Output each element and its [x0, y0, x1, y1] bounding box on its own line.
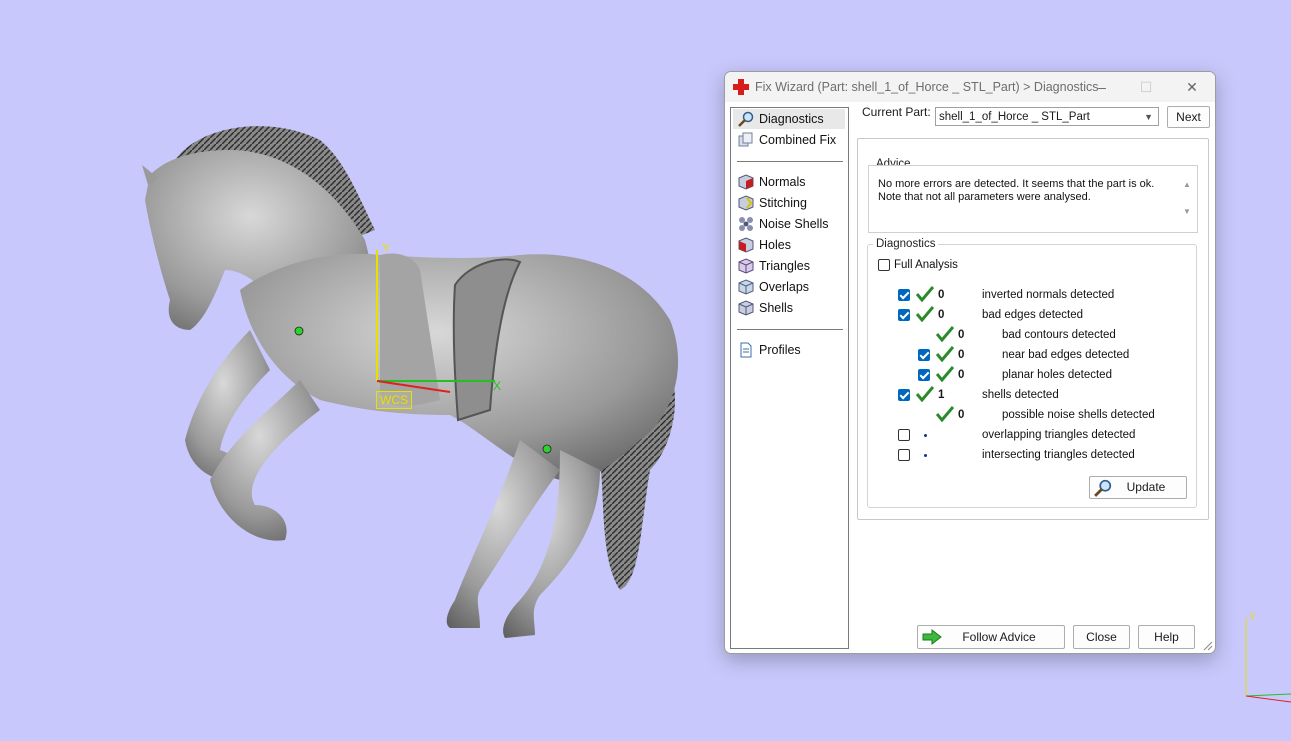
red-cross-icon: [733, 79, 749, 95]
intersecting-triangles-checkbox[interactable]: [898, 449, 910, 461]
bad-edges-label: bad edges detected: [982, 309, 1084, 321]
bad-contours-count: 0: [958, 329, 965, 341]
diagnostics-legend: Diagnostics: [873, 238, 939, 250]
nav-item-noise-shells[interactable]: Noise Shells: [733, 214, 845, 234]
scroll-up-icon[interactable]: ▲: [1180, 180, 1194, 189]
not-analysed-icon: [924, 434, 927, 437]
nav-item-overlaps[interactable]: Overlaps: [733, 277, 845, 297]
combined-fix-icon: [738, 132, 753, 147]
holes-cube-icon: [738, 237, 754, 253]
overlapping-triangles-label: overlapping triangles detected: [982, 429, 1136, 441]
inverted-normals-checkbox[interactable]: [898, 289, 910, 301]
shells-count: 1: [938, 389, 945, 401]
advice-text: No more errors are detected. It seems th…: [878, 178, 1155, 203]
shells-checkbox[interactable]: [898, 389, 910, 401]
bad-edges-checkbox[interactable]: [898, 309, 910, 321]
checkmark-icon: [936, 346, 954, 362]
inverted-normals-count: 0: [938, 289, 945, 301]
full-analysis-label: Full Analysis: [894, 259, 958, 271]
nav-item-diagnostics[interactable]: Diagnostics: [733, 109, 845, 129]
nav-item-shells[interactable]: Shells: [733, 298, 845, 318]
update-button[interactable]: Update: [1089, 476, 1187, 499]
dialog-title: Fix Wizard (Part: shell_1_of_Horce _ STL…: [755, 80, 1099, 94]
bad-edges-count: 0: [938, 309, 945, 321]
magnifier-icon: [738, 111, 754, 127]
overlaps-cube-icon: [738, 279, 754, 295]
nav-separator: [737, 329, 843, 330]
advice-box: No more errors are detected. It seems th…: [868, 165, 1198, 233]
chevron-down-icon: ▼: [1144, 112, 1153, 122]
dialog-titlebar[interactable]: Fix Wizard (Part: shell_1_of_Horce _ STL…: [725, 72, 1215, 102]
current-part-select[interactable]: shell_1_of_Horce _ STL_Part ▼: [935, 107, 1159, 126]
checkmark-icon: [936, 406, 954, 422]
planar-holes-count: 0: [958, 369, 965, 381]
resize-grip-icon[interactable]: [1203, 641, 1213, 651]
follow-advice-button[interactable]: Follow Advice: [917, 625, 1065, 649]
noise-shells-count: 0: [958, 409, 965, 421]
nav-item-combined-fix[interactable]: Combined Fix: [733, 130, 845, 150]
near-bad-edges-count: 0: [958, 349, 965, 361]
current-part-label: Current Part:: [862, 105, 931, 119]
noise-shells-icon: [739, 217, 753, 231]
nav-item-normals[interactable]: Normals: [733, 172, 845, 192]
checkmark-icon: [916, 286, 934, 302]
shells-cube-icon: [738, 300, 754, 316]
fix-wizard-dialog: Fix Wizard (Part: shell_1_of_Horce _ STL…: [724, 71, 1216, 654]
inverted-normals-label: inverted normals detected: [982, 289, 1115, 301]
planar-holes-checkbox[interactable]: [918, 369, 930, 381]
help-button[interactable]: Help: [1138, 625, 1195, 649]
nav-item-triangles[interactable]: Triangles: [733, 256, 845, 276]
scroll-down-icon[interactable]: ▼: [1180, 207, 1194, 216]
current-part-value: shell_1_of_Horce _ STL_Part: [939, 111, 1090, 123]
nav-item-stitching[interactable]: Stitching: [733, 193, 845, 213]
full-analysis-checkbox[interactable]: [878, 259, 890, 271]
not-analysed-icon: [924, 454, 927, 457]
triangles-cube-icon: [738, 258, 754, 274]
nav-separator: [737, 161, 843, 162]
near-bad-edges-checkbox[interactable]: [918, 349, 930, 361]
checkmark-icon: [916, 306, 934, 322]
close-window-button[interactable]: ✕: [1169, 72, 1215, 102]
noise-shells-label: possible noise shells detected: [1002, 409, 1155, 421]
axis-x-label: X: [493, 379, 501, 393]
document-icon: [740, 342, 752, 358]
wcs-label: WCS: [376, 391, 412, 409]
bad-contours-label: bad contours detected: [1002, 329, 1116, 341]
axis-y-label: Y: [382, 241, 390, 255]
close-button[interactable]: Close: [1073, 625, 1130, 649]
magnifier-icon: [1094, 479, 1112, 497]
near-bad-edges-label: near bad edges detected: [1002, 349, 1130, 361]
checkmark-icon: [916, 386, 934, 402]
3d-viewport[interactable]: Y X WCS: [0, 0, 700, 738]
stitching-cube-icon: [738, 195, 754, 211]
maximize-button[interactable]: ☐: [1123, 72, 1169, 102]
checkmark-icon: [936, 326, 954, 342]
normals-cube-icon: [738, 174, 754, 190]
nav-item-holes[interactable]: Holes: [733, 235, 845, 255]
svg-text:Y: Y: [1249, 612, 1256, 623]
planar-holes-label: planar holes detected: [1002, 369, 1112, 381]
horse-model[interactable]: Y X: [0, 0, 700, 738]
corner-axes-triad: Y: [1245, 612, 1291, 703]
nav-item-profiles[interactable]: Profiles: [733, 340, 845, 360]
next-button[interactable]: Next: [1167, 106, 1210, 128]
overlapping-triangles-checkbox[interactable]: [898, 429, 910, 441]
intersecting-triangles-label: intersecting triangles detected: [982, 449, 1135, 461]
minimize-button[interactable]: –: [1079, 72, 1125, 102]
advice-scrollbar[interactable]: ▲ ▼: [1180, 180, 1194, 224]
shells-label: shells detected: [982, 389, 1059, 401]
checkmark-icon: [936, 366, 954, 382]
green-arrow-icon: [922, 629, 942, 645]
fix-wizard-nav: Diagnostics Combined Fix Normals Stitchi…: [730, 107, 849, 649]
